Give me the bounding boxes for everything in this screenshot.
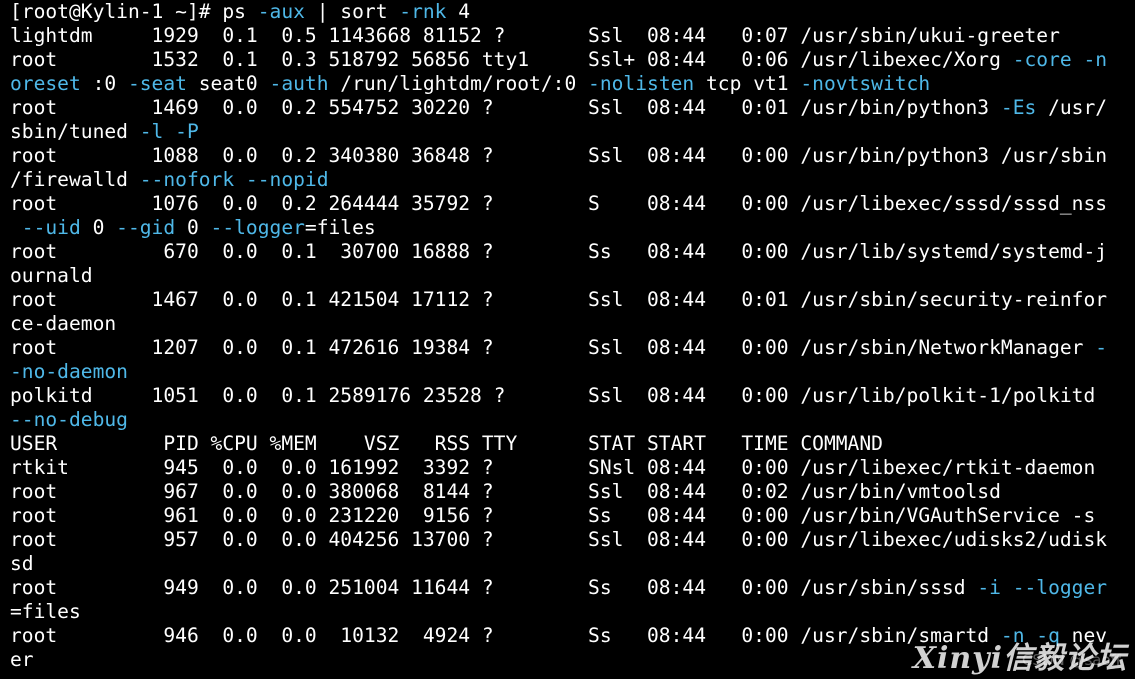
command-flag-text: -	[1095, 336, 1108, 359]
terminal-text: ournald	[10, 264, 93, 287]
terminal-text: /firewalld	[10, 168, 140, 191]
terminal-output-line: root 1076 0.0 0.2 264444 35792 ? S 08:44…	[10, 192, 1135, 216]
terminal-output-line: root 967 0.0 0.0 380068 8144 ? Ssl 08:44…	[10, 480, 1135, 504]
terminal-text: root 946 0.0 0.0 10132 4924 ? Ss 08:44 0…	[10, 624, 1001, 647]
terminal-text: seat0	[186, 72, 270, 95]
terminal-text: 0	[80, 216, 117, 239]
terminal-text: root 961 0.0 0.0 231220 9156 ? Ss 08:44 …	[10, 504, 1096, 527]
terminal-text: root 957 0.0 0.0 404256 13700 ? Ssl 08:4…	[10, 528, 1108, 551]
terminal-output-line: ce-daemon	[10, 312, 1135, 336]
terminal-text: root 1532 0.1 0.3 518792 56856 tty1 Ssl+…	[10, 48, 1013, 71]
command-flag-text: -novtswitch	[800, 72, 931, 95]
command-flag-text: --no-debug	[10, 408, 128, 431]
terminal-text: root 1207 0.0 0.1 472616 19384 ? Ssl 08:…	[10, 336, 1096, 359]
terminal-text: sd	[10, 552, 34, 575]
forum-watermark-logo: Xinyi信毅论坛	[912, 641, 1127, 676]
terminal-output-line: --no-debug	[10, 408, 1135, 432]
terminal-output-line: -no-daemon	[10, 360, 1135, 384]
command-flag-text: -aux	[257, 0, 305, 23]
terminal-output-line: oreset :0 -seat seat0 -auth /run/lightdm…	[10, 72, 1135, 96]
command-flag-text: --gid	[116, 216, 176, 239]
terminal-text: tcp vt1	[694, 72, 801, 95]
terminal-text: =files	[10, 600, 81, 623]
terminal-text: [root@Kylin-1 ~]# ps	[10, 0, 258, 23]
command-flag-text: oreset	[10, 72, 81, 95]
terminal-output-line: root 949 0.0 0.0 251004 11644 ? Ss 08:44…	[10, 576, 1135, 600]
terminal-text: | sort	[304, 0, 400, 23]
terminal-output-line: =files	[10, 600, 1135, 624]
terminal-text: 0	[175, 216, 211, 239]
terminal-text: sbin/tuned	[10, 120, 140, 143]
command-flag-text: -seat	[127, 72, 187, 95]
terminal-text: root 949 0.0 0.0 251004 11644 ? Ss 08:44…	[10, 576, 978, 599]
terminal-text: root 1469 0.0 0.2 554752 30220 ? Ssl 08:…	[10, 96, 1001, 119]
terminal-output-line: root 957 0.0 0.0 404256 13700 ? Ssl 08:4…	[10, 528, 1135, 552]
terminal-output-line: ournald	[10, 264, 1135, 288]
terminal-output-line: USER PID %CPU %MEM VSZ RSS TTY STAT STAR…	[10, 432, 1135, 456]
command-flag-text: -Es	[1000, 96, 1037, 119]
terminal-text: /usr/	[1036, 96, 1108, 119]
terminal-text: lightdm 1929 0.1 0.5 1143668 81152 ? Ssl…	[10, 24, 1060, 47]
terminal-window[interactable]: [root@Kylin-1 ~]# ps -aux | sort -rnk 4l…	[0, 0, 1135, 679]
command-flag-text: -i --logger	[977, 576, 1108, 599]
terminal-output-line: rtkit 945 0.0 0.0 161992 3392 ? SNsl 08:…	[10, 456, 1135, 480]
command-flag-text: -nolisten	[588, 72, 695, 95]
terminal-text: 4	[446, 0, 471, 23]
command-flag-text: -l -P	[139, 120, 199, 143]
terminal-text: polkitd 1051 0.0 0.1 2589176 23528 ? Ssl…	[10, 384, 1096, 407]
terminal-text: /run/lightdm/root/:0	[328, 72, 589, 95]
terminal-text: rtkit 945 0.0 0.0 161992 3392 ? SNsl 08:…	[10, 456, 1096, 479]
terminal-output-line: sbin/tuned -l -P	[10, 120, 1135, 144]
terminal-text: er	[10, 648, 34, 671]
terminal-text: ce-daemon	[10, 312, 117, 335]
command-prompt-line: [root@Kylin-1 ~]# ps -aux | sort -rnk 4	[10, 0, 1135, 24]
terminal-output-line: sd	[10, 552, 1135, 576]
terminal-output-line: lightdm 1929 0.1 0.5 1143668 81152 ? Ssl…	[10, 24, 1135, 48]
command-flag-text: -no-daemon	[10, 360, 128, 383]
command-flag-text: --nofork --nopid	[139, 168, 329, 191]
terminal-output-line: root 1467 0.0 0.1 421504 17112 ? Ssl 08:…	[10, 288, 1135, 312]
terminal-text: root 1088 0.0 0.2 340380 36848 ? Ssl 08:…	[10, 144, 1108, 167]
command-flag-text: --uid	[21, 216, 81, 239]
terminal-output-line: polkitd 1051 0.0 0.1 2589176 23528 ? Ssl…	[10, 384, 1135, 408]
terminal-text: root 967 0.0 0.0 380068 8144 ? Ssl 08:44…	[10, 480, 1001, 503]
terminal-text: USER PID %CPU %MEM VSZ RSS TTY STAT STAR…	[10, 432, 883, 455]
command-flag-text: -auth	[269, 72, 329, 95]
terminal-text: root 1076 0.0 0.2 264444 35792 ? S 08:44…	[10, 192, 1108, 215]
command-flag-text: -rnk	[399, 0, 447, 23]
terminal-output-line: root 1469 0.0 0.2 554752 30220 ? Ssl 08:…	[10, 96, 1135, 120]
terminal-text: root 670 0.0 0.1 30700 16888 ? Ss 08:44 …	[10, 240, 1108, 263]
terminal-output-line: --uid 0 --gid 0 --logger=files	[10, 216, 1135, 240]
command-flag-text: --logger	[210, 216, 305, 239]
terminal-text: =files	[304, 216, 376, 239]
terminal-output-line: root 1207 0.0 0.1 472616 19384 ? Ssl 08:…	[10, 336, 1135, 360]
terminal-output-line: root 1088 0.0 0.2 340380 36848 ? Ssl 08:…	[10, 144, 1135, 168]
command-flag-text: -core -n	[1012, 48, 1108, 71]
terminal-output-line: root 670 0.0 0.1 30700 16888 ? Ss 08:44 …	[10, 240, 1135, 264]
terminal-text: :0	[80, 72, 128, 95]
terminal-output-line: /firewalld --nofork --nopid	[10, 168, 1135, 192]
terminal-text: root 1467 0.0 0.1 421504 17112 ? Ssl 08:…	[10, 288, 1108, 311]
terminal-output-line: root 961 0.0 0.0 231220 9156 ? Ss 08:44 …	[10, 504, 1135, 528]
terminal-output-line: root 1532 0.1 0.3 518792 56856 tty1 Ssl+…	[10, 48, 1135, 72]
